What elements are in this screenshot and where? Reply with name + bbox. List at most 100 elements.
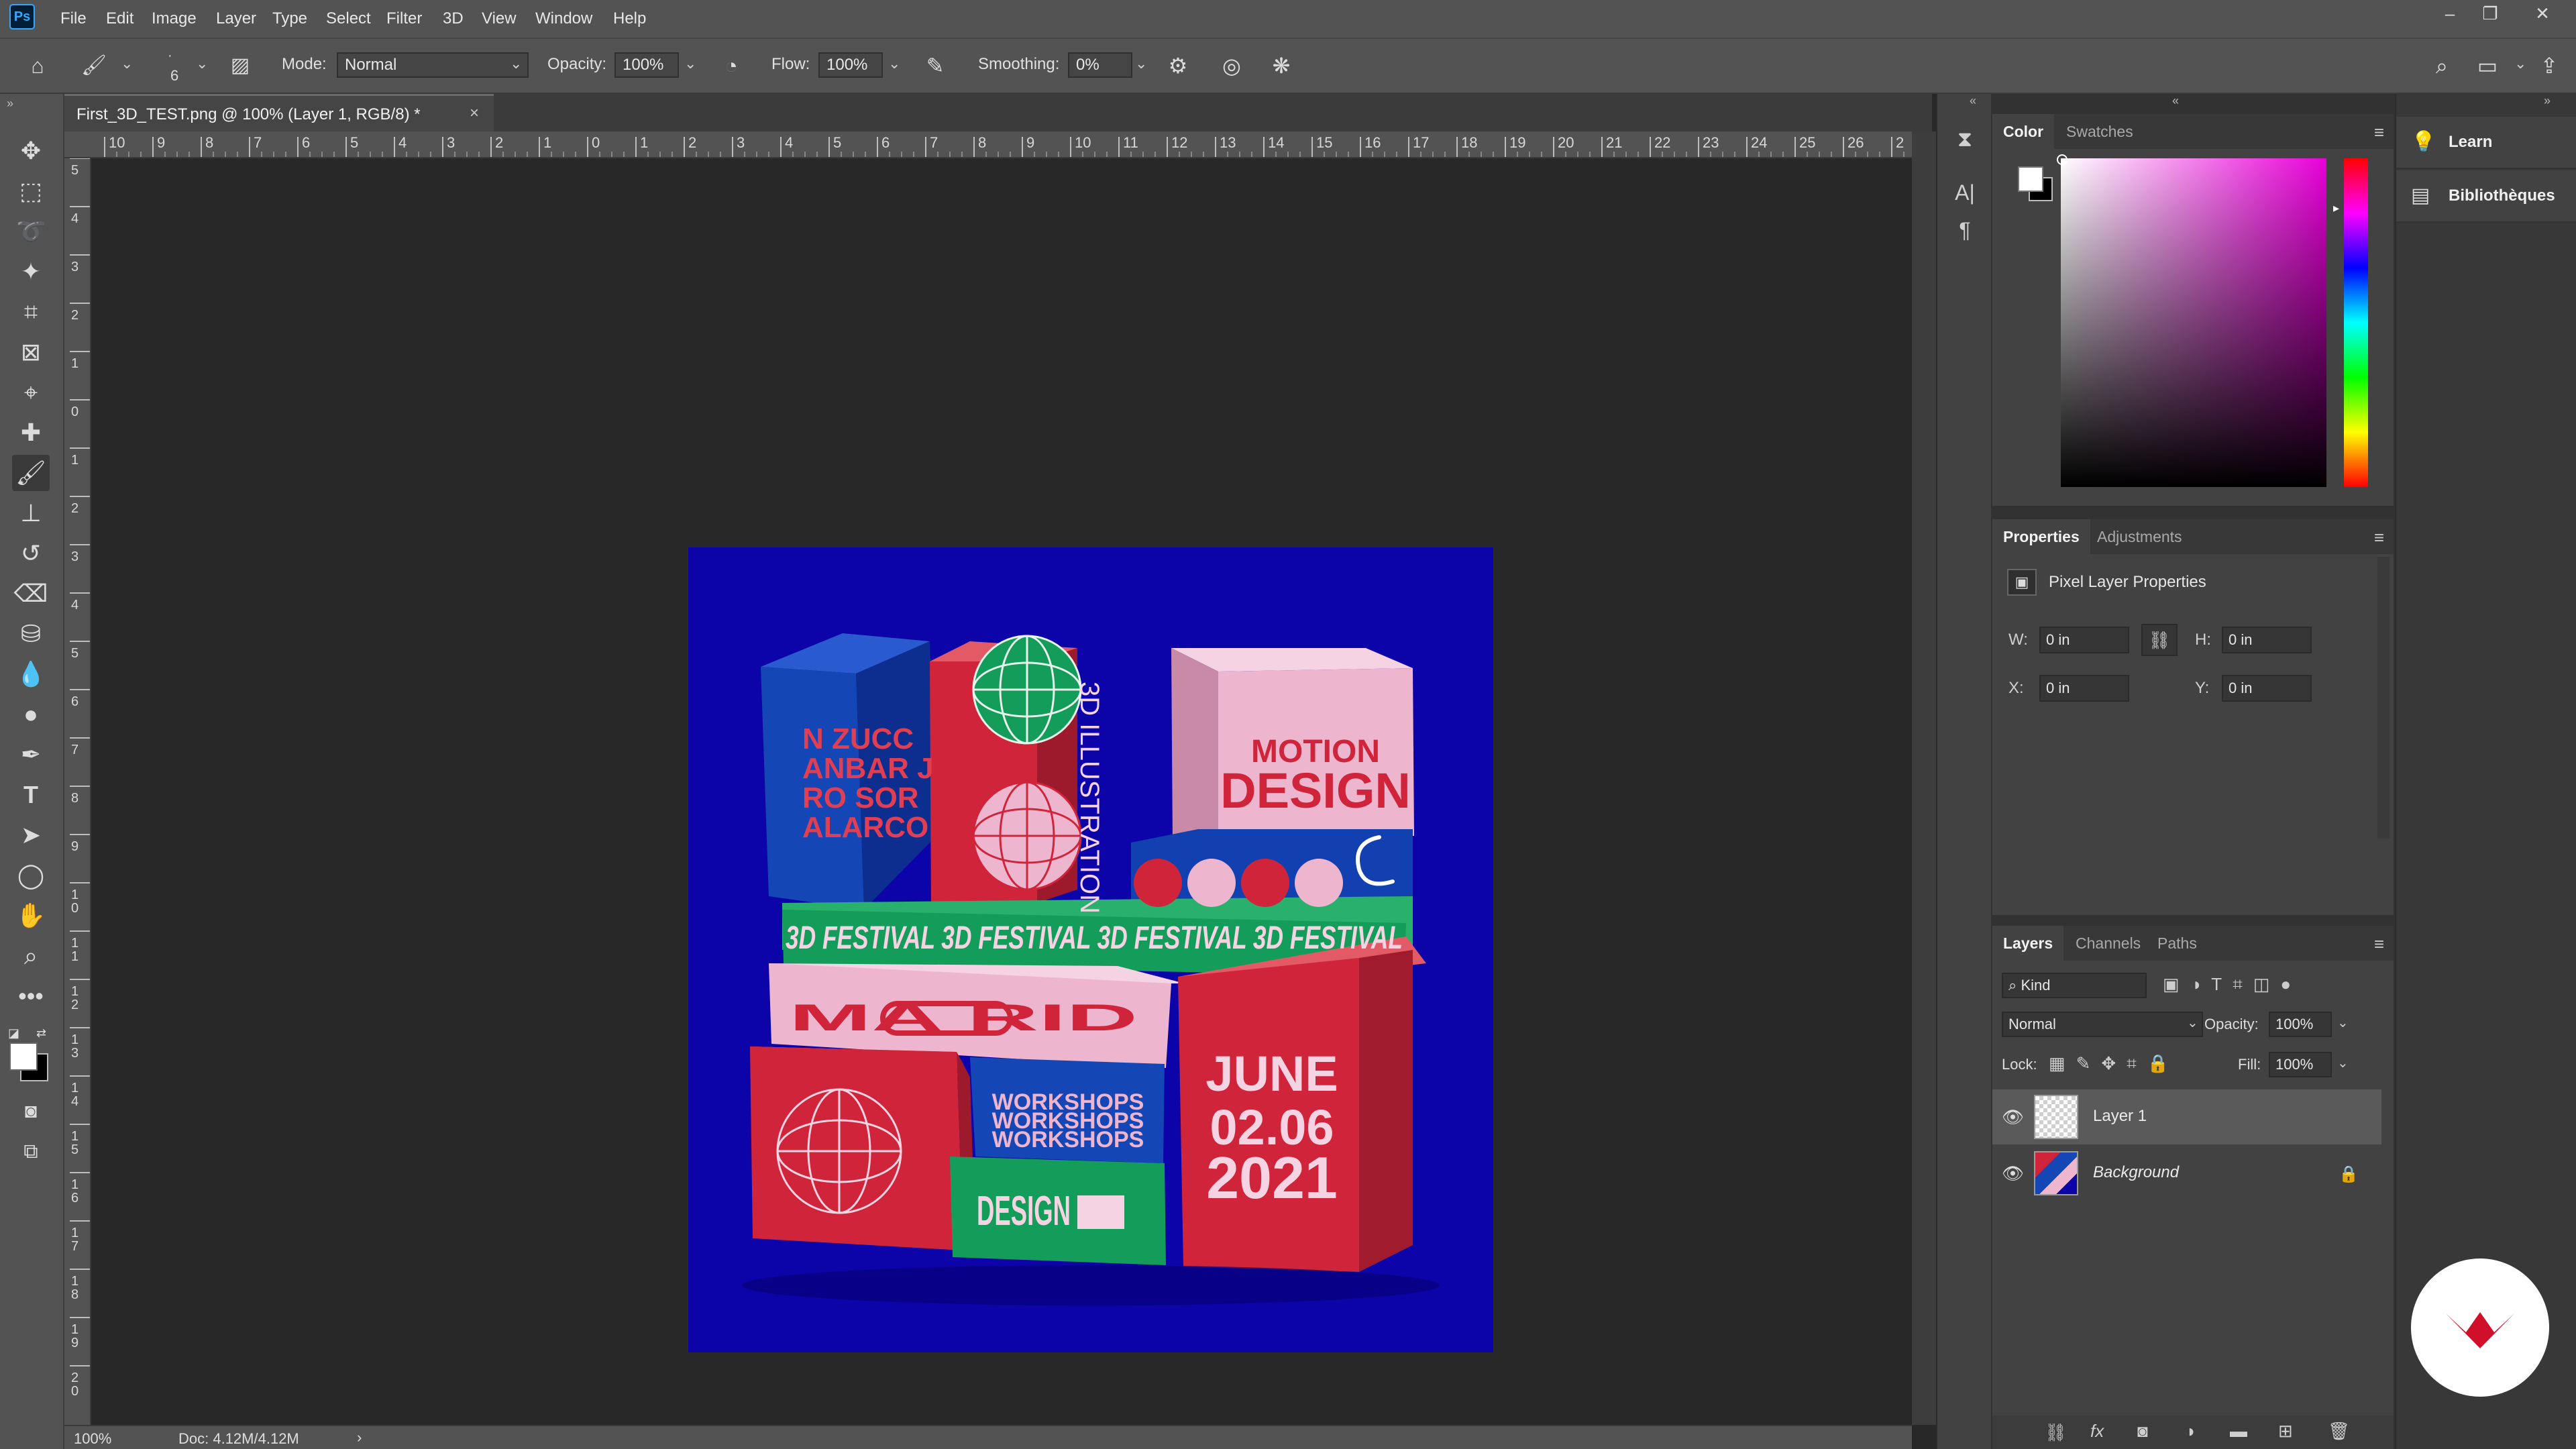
h-input[interactable]: 0 in (2222, 627, 2312, 653)
brush-size-caret-icon[interactable]: ⌄ (196, 55, 208, 72)
mode-caret-icon[interactable]: ⌄ (510, 55, 522, 72)
link-layers-icon[interactable]: ⛓ (2045, 1422, 2067, 1443)
status-arrow-icon[interactable]: › (357, 1429, 362, 1446)
panel-menu-icon[interactable]: ≡ (2374, 527, 2384, 548)
trash-icon[interactable]: 🗑 (2328, 1421, 2350, 1442)
workspace-icon[interactable]: ▭ (2473, 51, 2502, 80)
link-dimensions-icon[interactable]: ⛓ (2141, 624, 2178, 656)
color-picker-handle[interactable] (2057, 154, 2068, 165)
menu-window[interactable]: Window (535, 0, 592, 38)
lock-icons[interactable]: ▦✎✥⌗🔒 (2049, 1053, 2180, 1075)
filter-pixel-icon[interactable]: ▣ (2163, 974, 2190, 994)
gear-icon[interactable]: ⚙ (1163, 51, 1193, 80)
history-brush-tool-icon[interactable]: ↺ (12, 535, 50, 572)
menu-edit[interactable]: Edit (106, 0, 133, 38)
dodge-tool-icon[interactable]: ● (12, 696, 50, 733)
add-mask-icon[interactable]: ◙ (2137, 1421, 2148, 1442)
filter-toggle-icon[interactable]: ● (2280, 974, 2302, 994)
layer-filter-icons[interactable]: ▣◑T⌗◫● (2163, 974, 2302, 996)
smoothing-caret-icon[interactable]: ⌄ (1135, 55, 1147, 72)
document-tab[interactable]: First_3D_TEST.png @ 100% (Layer 1, RGB/8… (64, 94, 494, 131)
paragraph-icon[interactable]: ¶ (1949, 215, 1980, 246)
mode-select[interactable]: Normal (337, 52, 529, 78)
fill-input[interactable]: 100% (2269, 1052, 2332, 1077)
healing-brush-tool-icon[interactable]: ✚ (12, 415, 50, 451)
opacity-input[interactable]: 100% (614, 52, 679, 78)
tab-properties[interactable]: Properties (1992, 519, 2090, 554)
paint-bucket-tool-icon[interactable]: ⛁ (12, 616, 50, 652)
expand-panels-icon[interactable]: « (1970, 94, 1976, 108)
lock-pixels-icon[interactable]: ✎ (2076, 1053, 2102, 1073)
restore-icon[interactable]: ❐ (2470, 0, 2510, 27)
opacity-caret-icon[interactable]: ⌄ (684, 55, 696, 72)
collapse-toolbar-icon[interactable]: » (7, 97, 13, 111)
flow-caret-icon[interactable]: ⌄ (888, 55, 900, 72)
tab-color[interactable]: Color (1992, 114, 2055, 149)
pressure-size-icon[interactable]: ◎ (1217, 51, 1246, 80)
brush-tool-icon[interactable]: 🖌 (12, 455, 50, 491)
libraries-panel-button[interactable]: ▤ Bibliothèques (2396, 170, 2576, 223)
lock-transparency-icon[interactable]: ▦ (2049, 1053, 2076, 1073)
fx-icon[interactable]: fx (2090, 1421, 2104, 1442)
layer-name[interactable]: Layer 1 (2093, 1107, 2147, 1126)
pen-tool-icon[interactable]: ✒ (12, 737, 50, 773)
default-colors-icon[interactable]: ◪ (8, 1026, 19, 1040)
lock-position-icon[interactable]: ✥ (2101, 1053, 2127, 1073)
character-icon[interactable]: A| (1949, 177, 1980, 208)
color-fg-swatch[interactable] (2018, 166, 2043, 192)
smoothing-input[interactable]: 0% (1068, 52, 1132, 78)
panel-menu-icon[interactable]: ≡ (2374, 122, 2384, 143)
home-icon[interactable]: ⌂ (23, 51, 52, 80)
minimize-icon[interactable]: – (2430, 0, 2470, 27)
new-layer-icon[interactable]: ⊞ (2278, 1421, 2293, 1442)
foreground-color-swatch[interactable] (9, 1042, 38, 1071)
adjustment-layer-icon[interactable]: ◑ (2184, 1421, 2195, 1442)
workspace-caret-icon[interactable]: ⌄ (2514, 55, 2526, 72)
filter-shape-icon[interactable]: ⌗ (2233, 974, 2253, 994)
layer-filter-select[interactable]: ⌕ Kind (2002, 973, 2147, 998)
blend-mode-caret-icon[interactable]: ⌄ (2187, 1014, 2198, 1031)
tab-paths[interactable]: Paths (2147, 926, 2208, 961)
crop-tool-icon[interactable]: ⌗ (12, 294, 50, 330)
screen-mode-icon[interactable]: ⧉ (12, 1134, 50, 1170)
hue-slider[interactable] (2344, 158, 2368, 487)
brush-tool-icon[interactable]: 🖌 (79, 51, 109, 80)
brush-preset-caret-icon[interactable]: ⌄ (121, 55, 133, 72)
color-field[interactable] (2061, 158, 2326, 487)
marquee-tool-icon[interactable]: ⬚ (12, 173, 50, 209)
hand-tool-icon[interactable]: ✋ (12, 898, 50, 934)
filter-type-icon[interactable]: T (2211, 974, 2233, 994)
search-icon[interactable]: ⌕ (2427, 51, 2457, 80)
move-tool-icon[interactable]: ✥ (12, 133, 50, 169)
flow-input[interactable]: 100% (818, 52, 883, 78)
blend-mode-select[interactable]: Normal (2002, 1012, 2203, 1037)
brush-settings-icon[interactable]: ▨ (225, 51, 255, 80)
filter-smart-object-icon[interactable]: ◫ (2253, 974, 2281, 994)
tab-layers[interactable]: Layers (1992, 926, 2064, 961)
fill-caret-icon[interactable]: ⌄ (2337, 1055, 2349, 1071)
zoom-tool-icon[interactable]: ⌕ (12, 938, 50, 974)
magic-wand-tool-icon[interactable]: ✦ (12, 254, 50, 290)
path-selection-tool-icon[interactable]: ➤ (12, 817, 50, 853)
eyedropper-tool-icon[interactable]: ⌖ (12, 374, 50, 411)
blur-tool-icon[interactable]: 💧 (12, 656, 50, 692)
collapse-column-icon[interactable]: » (2544, 94, 2551, 108)
quick-mask-icon[interactable]: ◙ (12, 1093, 50, 1130)
pressure-opacity-icon[interactable]: ◔ (716, 51, 746, 80)
panel-menu-icon[interactable]: ≡ (2374, 934, 2384, 955)
brush-size[interactable]: 6 (170, 67, 178, 85)
type-tool-icon[interactable]: T (12, 777, 50, 813)
learn-panel-button[interactable]: 💡 Learn (2396, 117, 2576, 169)
close-tab-icon[interactable]: × (470, 104, 479, 123)
visibility-eye-icon[interactable]: 👁 (2002, 1107, 2024, 1128)
lock-artboard-icon[interactable]: ⌗ (2127, 1053, 2147, 1073)
tab-swatches[interactable]: Swatches (2055, 114, 2144, 149)
lasso-tool-icon[interactable]: ➰ (12, 213, 50, 250)
menu-select[interactable]: Select (326, 0, 371, 38)
menu-layer[interactable]: Layer (216, 0, 256, 38)
vertical-scrollbar[interactable] (1912, 131, 1936, 1425)
airbrush-icon[interactable]: ✎ (920, 51, 950, 80)
tab-channels[interactable]: Channels (2065, 926, 2151, 961)
hue-slider-handle[interactable]: ▸ (2333, 201, 2339, 215)
menu-filter[interactable]: Filter (386, 0, 422, 38)
